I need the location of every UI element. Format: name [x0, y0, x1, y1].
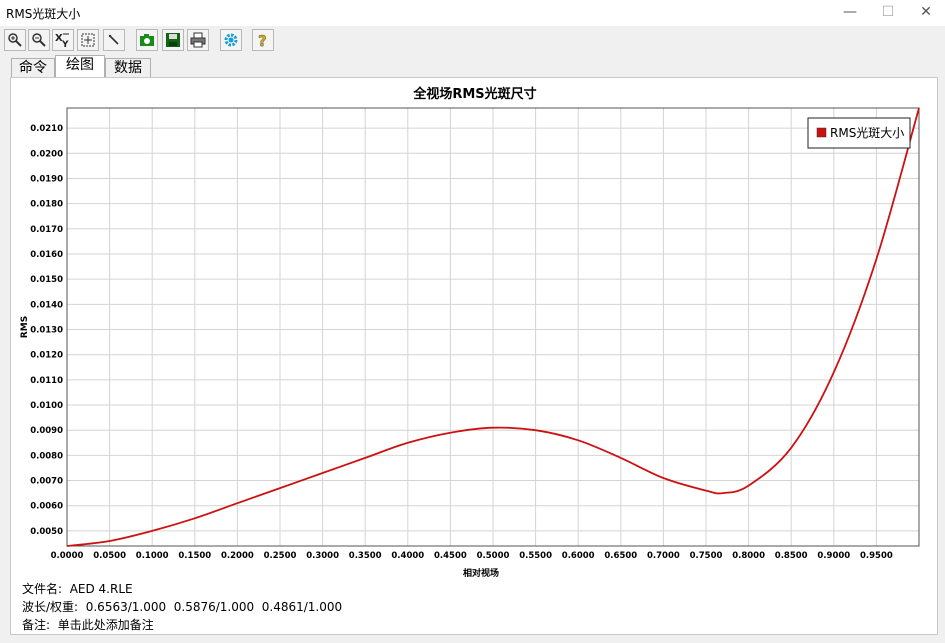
- x-tick-label: 0.8500: [775, 551, 808, 561]
- x-tick-label: 0.4500: [434, 551, 467, 561]
- note-info: 备注: 单击此处添加备注: [22, 616, 154, 633]
- y-tick-label: 0.0140: [30, 300, 63, 310]
- svg-text:Y: Y: [61, 40, 69, 48]
- y-tick-label: 0.0150: [30, 275, 63, 285]
- zoom-in-icon: [8, 33, 22, 47]
- plot-panel: 全视场RMS光斑尺寸 0.0000 0.0500 0.1000 0.1500 0.200…: [10, 77, 938, 635]
- save-icon: [166, 33, 180, 47]
- legend-label: RMS光斑大小: [830, 126, 904, 140]
- x-tick-label: 0.0500: [93, 551, 126, 561]
- x-tick-label: 0.7000: [647, 551, 680, 561]
- wavelength-value: 0.6563/1.000 0.5876/1.000 0.4861/1.000: [85, 600, 343, 614]
- zoom-out-button[interactable]: [28, 29, 50, 51]
- x-tick-label: 0.1500: [178, 551, 211, 561]
- x-tick-label: 0.6500: [604, 551, 637, 561]
- x-tick-label: 0.5500: [519, 551, 552, 561]
- print-button[interactable]: [187, 29, 209, 51]
- x-tick-label: 0.9000: [817, 551, 850, 561]
- x-tick-label: 0.9500: [860, 551, 893, 561]
- close-button[interactable]: ✕: [908, 0, 944, 26]
- file-label: 文件名:: [22, 582, 63, 596]
- y-tick-label: 0.0160: [30, 250, 63, 260]
- x-tick-label: 0.0000: [51, 551, 84, 561]
- camera-icon: [140, 34, 154, 46]
- y-tick-label: 0.0100: [30, 401, 63, 411]
- y-tick-label: 0.0180: [30, 200, 63, 210]
- help-button[interactable]: ?: [252, 29, 274, 51]
- rms-chart: 全视场RMS光斑尺寸 0.0000 0.0500 0.1000 0.1500 0.200…: [20, 86, 920, 579]
- window-title: RMS光斑大小: [6, 7, 81, 21]
- wavelength-info: 波长/权重: 0.6563/1.000 0.5876/1.000 0.4861/…: [22, 598, 342, 615]
- y-axis-label: RMS: [20, 316, 30, 338]
- file-info: 文件名: AED 4.RLE: [22, 580, 133, 597]
- note-label: 备注:: [22, 618, 51, 632]
- zoom-out-icon: [32, 33, 46, 47]
- x-tick-labels: 0.0000 0.0500 0.1000 0.1500 0.2000 0.2500 0.30…: [51, 551, 893, 561]
- x-tick-label: 0.8000: [732, 551, 765, 561]
- camera-button[interactable]: [136, 29, 158, 51]
- x-tick-label: 0.2000: [221, 551, 254, 561]
- pen-icon: [108, 34, 119, 45]
- y-tick-label: 0.0080: [30, 451, 63, 461]
- x-tick-label: 0.4000: [391, 551, 424, 561]
- chart-grid: [66, 108, 919, 546]
- y-tick-label: 0.0050: [30, 527, 63, 537]
- settings-gear-icon: [224, 33, 238, 47]
- zoom-in-button[interactable]: [4, 29, 26, 51]
- y-tick-label: 0.0190: [30, 174, 63, 184]
- svg-text:?: ?: [258, 32, 267, 48]
- y-tick-label: 0.0170: [30, 225, 63, 235]
- title-bar: RMS光斑大小 — ☐ ✕: [0, 0, 945, 26]
- y-tick-label: 0.0090: [30, 426, 63, 436]
- x-tick-label: 0.1000: [136, 551, 169, 561]
- tab-data[interactable]: 数据: [105, 58, 151, 77]
- y-tick-label: 0.0210: [30, 124, 63, 134]
- legend-swatch: [816, 127, 827, 138]
- settings-button[interactable]: [220, 29, 242, 51]
- wavelength-label: 波长/权重:: [22, 600, 79, 614]
- file-value: AED 4.RLE: [69, 582, 133, 596]
- toolbar: XY ?: [0, 26, 945, 54]
- fit-view-button[interactable]: [77, 29, 99, 51]
- legend: RMS光斑大小: [807, 117, 911, 149]
- help-icon: ?: [258, 32, 267, 48]
- x-tick-label: 0.6000: [562, 551, 595, 561]
- xy-scale-icon: XY: [55, 33, 69, 48]
- y-tick-label: 0.0120: [30, 351, 63, 361]
- print-icon: [190, 32, 206, 48]
- minimize-button[interactable]: —: [832, 0, 868, 26]
- fit-view-icon: [81, 33, 95, 47]
- xy-scale-button[interactable]: XY: [52, 29, 74, 51]
- tab-command[interactable]: 命令: [11, 58, 55, 77]
- note-value[interactable]: 单击此处添加备注: [58, 618, 154, 632]
- y-tick-label: 0.0200: [30, 149, 63, 159]
- y-tick-label: 0.0130: [30, 326, 63, 336]
- y-tick-label: 0.0110: [30, 376, 63, 386]
- x-tick-label: 0.3500: [349, 551, 382, 561]
- chart-title: 全视场RMS光斑尺寸: [412, 86, 536, 102]
- x-tick-label: 0.3000: [306, 551, 339, 561]
- save-button[interactable]: [162, 29, 184, 51]
- pen-button[interactable]: [103, 29, 125, 51]
- x-tick-label: 0.7500: [690, 551, 723, 561]
- x-axis-label: 相对视场: [463, 567, 499, 579]
- x-tick-label: 0.5000: [477, 551, 510, 561]
- y-tick-label: 0.0070: [30, 477, 63, 487]
- tab-plot[interactable]: 绘图: [55, 55, 105, 78]
- y-tick-labels: 0.0050 0.0060 0.0070 0.0080 0.0090 0.0100 0.01…: [30, 124, 63, 537]
- y-tick-label: 0.0060: [30, 502, 63, 512]
- maximize-button[interactable]: ☐: [870, 0, 906, 26]
- tab-bar: 命令 绘图 数据: [0, 54, 945, 78]
- x-tick-label: 0.2500: [264, 551, 297, 561]
